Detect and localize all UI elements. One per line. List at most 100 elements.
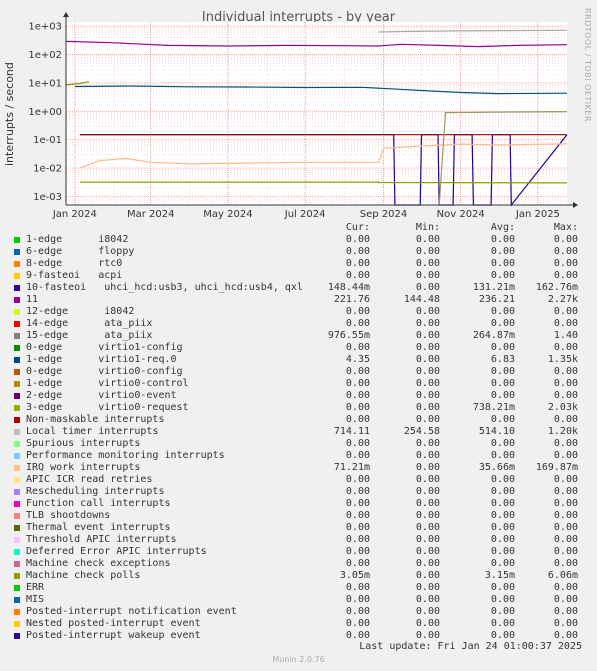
legend-max: 0.00 xyxy=(553,450,578,461)
legend-max: 2.03k xyxy=(547,402,578,413)
legend-max: 0.00 xyxy=(553,534,578,545)
legend-avg: 0.00 xyxy=(490,378,515,389)
legend-row: 15-edge ata_piix 976.55m 0.00 264.87m 1.40 xyxy=(0,330,597,342)
legend-swatch xyxy=(14,525,20,531)
legend-series-name: 0-edge virtio0-config xyxy=(26,366,183,377)
legend-cur: 0.00 xyxy=(345,558,370,569)
legend-cur: 0.00 xyxy=(345,510,370,521)
legend-swatch xyxy=(14,465,20,471)
legend-max: 0.00 xyxy=(553,378,578,389)
header-min: Min: xyxy=(415,222,440,233)
legend-swatch xyxy=(14,297,20,303)
legend-swatch xyxy=(14,513,20,519)
legend-row: 3-edge virtio0-request 0.00 0.00 738.21m 2.0… xyxy=(0,402,597,414)
legend-series-name: Deferred Error APIC interrupts xyxy=(26,546,207,557)
legend-max: 0.00 xyxy=(553,414,578,425)
legend-cur: 0.00 xyxy=(345,366,370,377)
legend-cur: 0.00 xyxy=(345,450,370,461)
x-tick-label: Jan 2025 xyxy=(515,209,560,220)
legend-series-name: Rescheduling interrupts xyxy=(26,486,165,497)
legend-max: 0.00 xyxy=(553,390,578,401)
legend-row: MIS 0.00 0.00 0.00 0.00 xyxy=(0,594,597,606)
legend-min: 0.00 xyxy=(415,390,440,401)
legend-series-name: 10-fasteoi uhci_hcd:usb3, uhci_hcd:usb4,… xyxy=(26,282,303,293)
legend-swatch xyxy=(14,621,20,627)
legend-series-name: MIS xyxy=(26,594,45,605)
legend-min: 0.00 xyxy=(415,594,440,605)
legend-swatch xyxy=(14,633,20,639)
legend-row: 0-edge virtio1-config 0.00 0.00 0.00 0.00 xyxy=(0,342,597,354)
legend-avg: 0.00 xyxy=(490,522,515,533)
legend-min: 0.00 xyxy=(415,246,440,257)
legend-cur: 148.44m xyxy=(327,282,370,293)
legend-avg: 0.00 xyxy=(490,618,515,629)
legend-max: 0.00 xyxy=(553,510,578,521)
legend-series-name: Posted-interrupt notification event xyxy=(26,606,237,617)
legend-row: Thermal event interrupts 0.00 0.00 0.00 0.00 xyxy=(0,522,597,534)
legend-swatch xyxy=(14,441,20,447)
legend-row: Rescheduling interrupts 0.00 0.00 0.00 0.00 xyxy=(0,486,597,498)
legend-min: 0.00 xyxy=(415,402,440,413)
legend-series-name: 3-edge virtio0-request xyxy=(26,402,189,413)
legend-series-name: 15-edge ata_piix xyxy=(26,330,153,341)
legend-min: 0.00 xyxy=(415,510,440,521)
legend-cur: 0.00 xyxy=(345,402,370,413)
legend-avg: 0.00 xyxy=(490,558,515,569)
legend-cur: 0.00 xyxy=(345,246,370,257)
legend-avg: 0.00 xyxy=(490,318,515,329)
legend-cur: 0.00 xyxy=(345,270,370,281)
legend-min: 0.00 xyxy=(415,282,440,293)
y-axis-arrow xyxy=(63,12,69,17)
legend-series-name: TLB shootdowns xyxy=(26,510,111,521)
legend-swatch xyxy=(14,381,20,387)
legend-swatch xyxy=(14,417,20,423)
legend-max: 0.00 xyxy=(553,342,578,353)
legend-row: Posted-interrupt notification event 0.00 0… xyxy=(0,606,597,618)
legend-series-name: Local timer interrupts xyxy=(26,426,159,437)
legend-cur: 0.00 xyxy=(345,606,370,617)
x-tick-label: Jul 2024 xyxy=(284,209,326,220)
legend-swatch xyxy=(14,321,20,327)
legend-min: 0.00 xyxy=(415,450,440,461)
legend-series-name: Machine check polls xyxy=(26,570,141,581)
x-tick-label: Sep 2024 xyxy=(360,209,407,220)
legend-swatch xyxy=(14,537,20,543)
legend-avg: 0.00 xyxy=(490,594,515,605)
legend-avg: 0.00 xyxy=(490,258,515,269)
legend-avg: 0.00 xyxy=(490,546,515,557)
legend-swatch xyxy=(14,429,20,435)
legend-min: 0.00 xyxy=(415,522,440,533)
legend-max: 0.00 xyxy=(553,522,578,533)
legend-max: 0.00 xyxy=(553,246,578,257)
legend-swatch xyxy=(14,597,20,603)
legend-avg: 0.00 xyxy=(490,498,515,509)
legend-cur: 0.00 xyxy=(345,582,370,593)
legend-max: 0.00 xyxy=(553,486,578,497)
y-tick-label: 1e+03 xyxy=(28,22,62,33)
legend-max: 1.40 xyxy=(553,330,578,341)
legend-series-name: Non-maskable interrupts xyxy=(26,414,165,425)
legend-row: Spurious interrupts 0.00 0.00 0.00 0.00 xyxy=(0,438,597,450)
legend-cur: 0.00 xyxy=(345,594,370,605)
legend-max: 0.00 xyxy=(553,618,578,629)
legend-row: Deferred Error APIC interrupts 0.00 0.00 0.… xyxy=(0,546,597,558)
legend-swatch xyxy=(14,261,20,267)
legend-series-name: 6-edge floppy xyxy=(26,246,135,257)
legend-min: 0.00 xyxy=(415,534,440,545)
legend-avg: 0.00 xyxy=(490,414,515,425)
legend-swatch xyxy=(14,333,20,339)
legend-row: 0-edge virtio0-config 0.00 0.00 0.00 0.00 xyxy=(0,366,597,378)
legend-row: 1-edge virtio0-control 0.00 0.00 0.00 0.00 xyxy=(0,378,597,390)
legend-cur: 0.00 xyxy=(345,318,370,329)
legend-swatch xyxy=(14,237,20,243)
legend-max: 0.00 xyxy=(553,306,578,317)
legend-swatch xyxy=(14,393,20,399)
legend-min: 144.48 xyxy=(403,294,440,305)
legend-avg: 0.00 xyxy=(490,582,515,593)
x-axis-arrow xyxy=(573,202,578,208)
legend-series-name: 12-edge i8042 xyxy=(26,306,135,317)
legend-cur: 0.00 xyxy=(345,234,370,245)
legend-max: 0.00 xyxy=(553,582,578,593)
legend-min: 0.00 xyxy=(415,438,440,449)
legend-series-name: APIC ICR read retries xyxy=(26,474,153,485)
